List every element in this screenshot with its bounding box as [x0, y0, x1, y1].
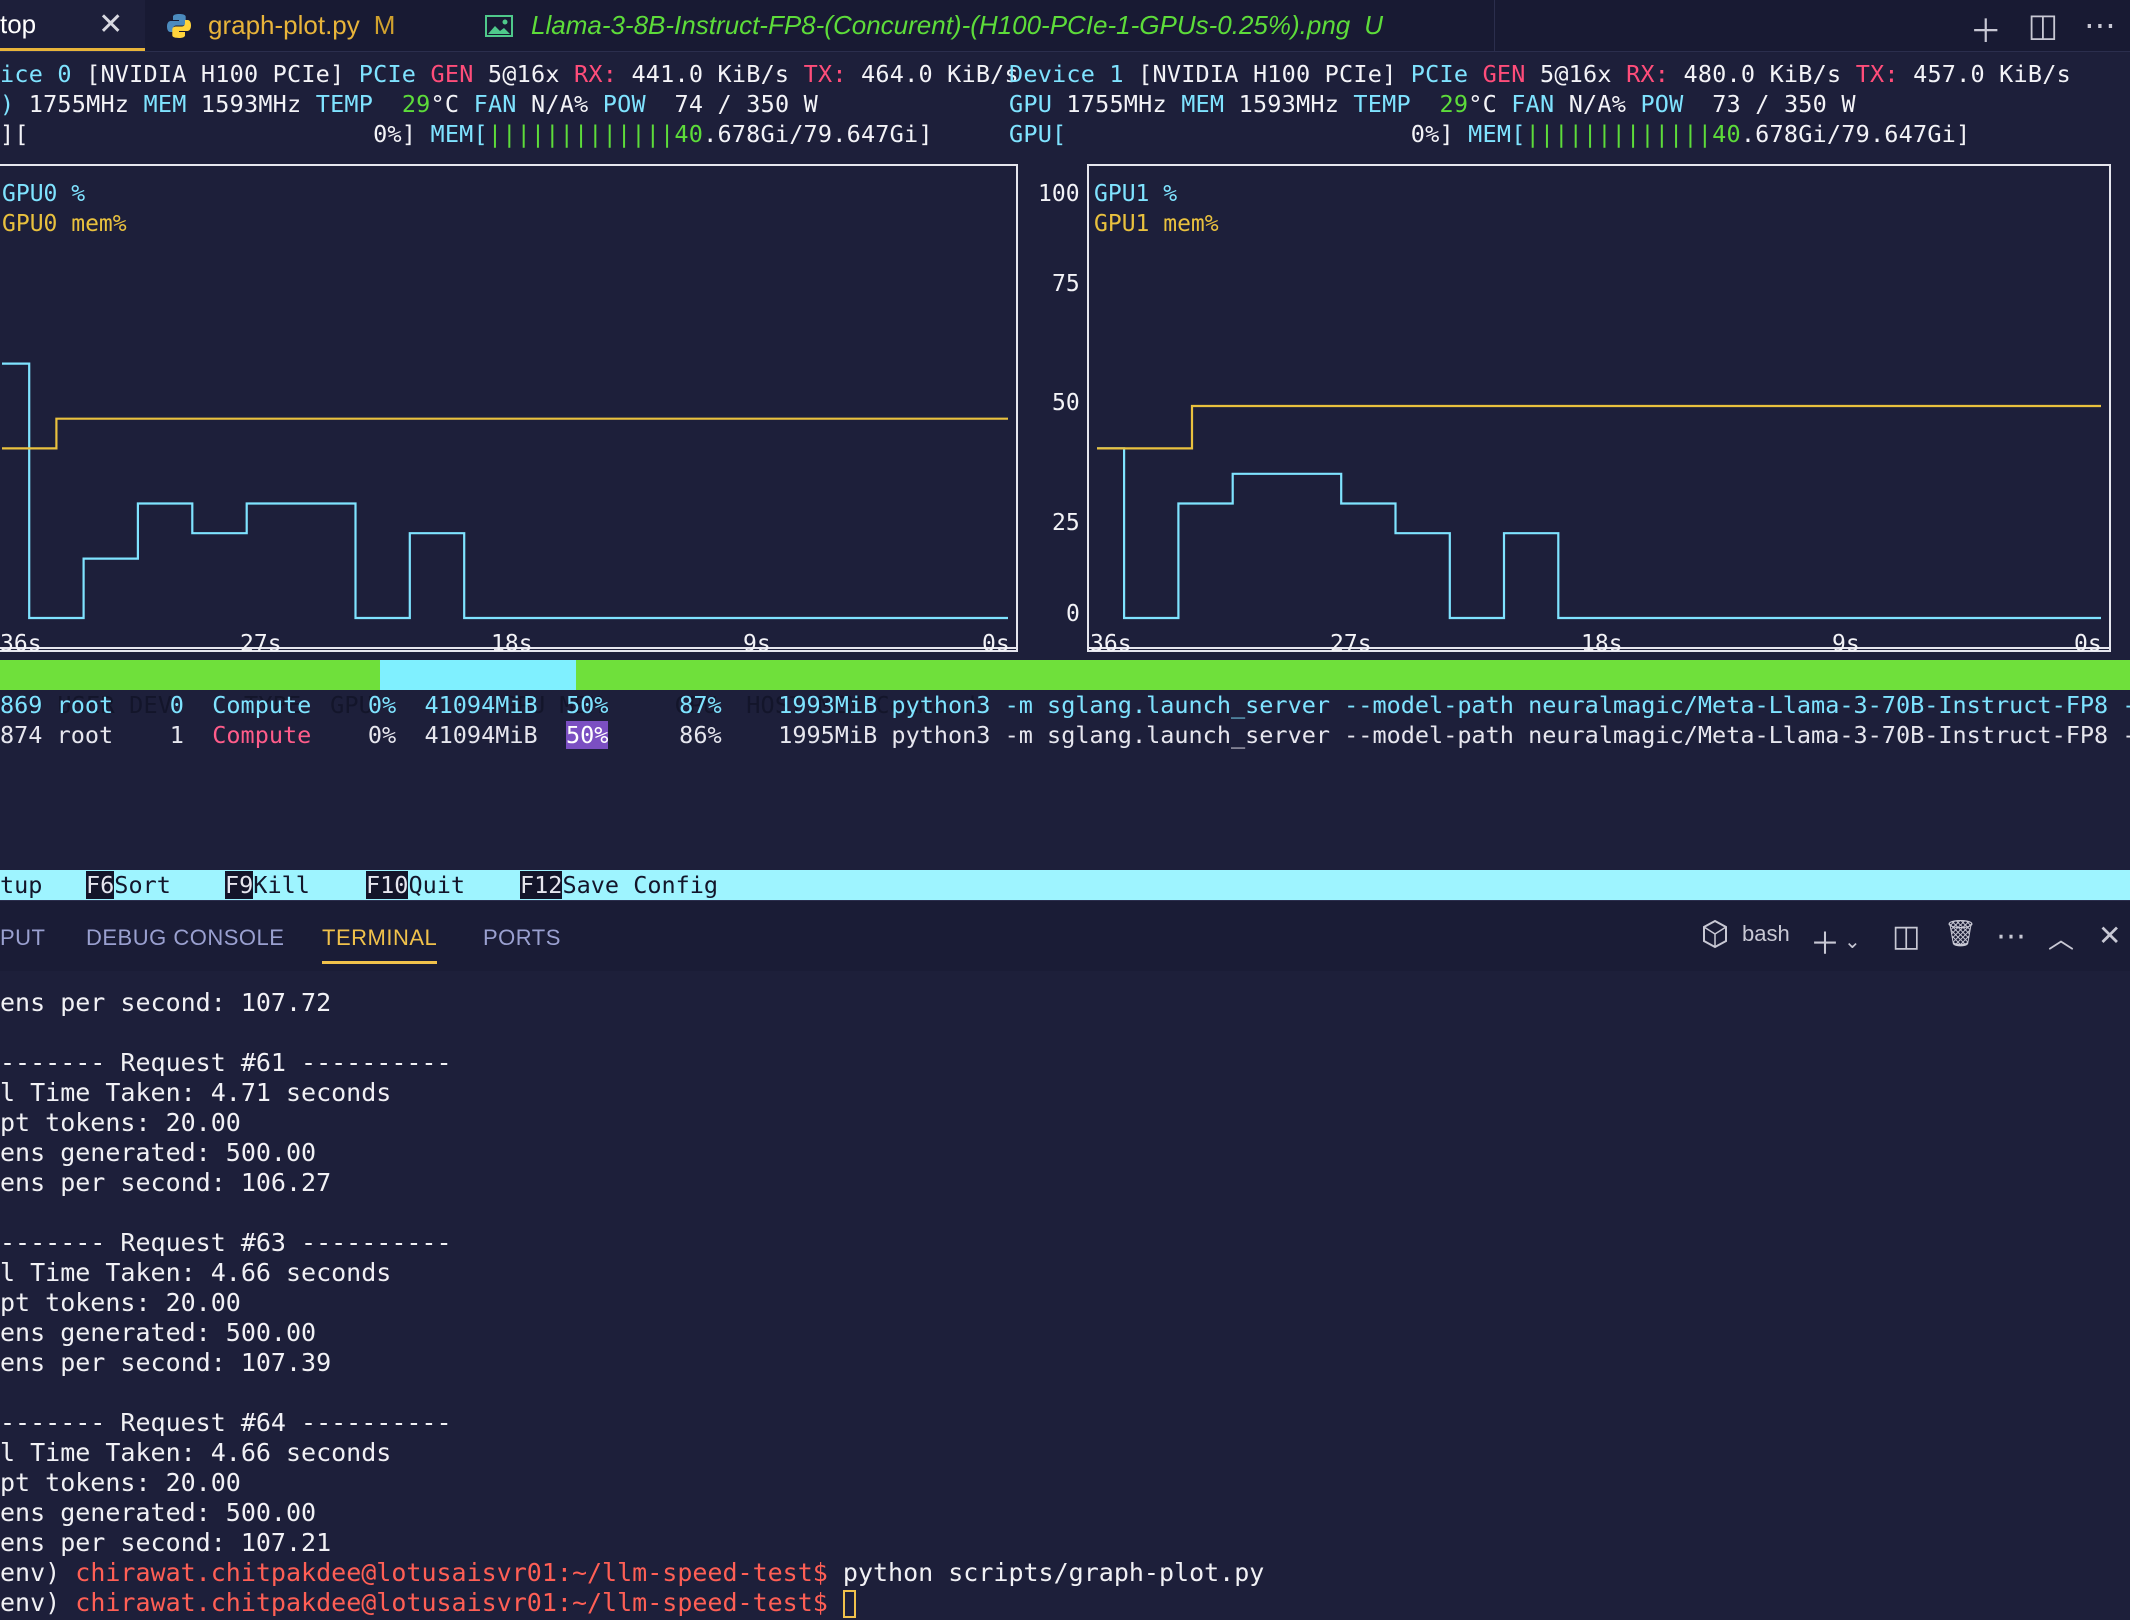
process-table-header: PID USER DEV TYPE GPU GPU MEM CPU HOST M…	[0, 660, 2130, 719]
terminal-line: l Time Taken: 4.71 seconds	[0, 1078, 392, 1107]
modified-badge: M	[373, 10, 396, 40]
tab-png-label: Llama-3-8B-Instruct-FP8-(Concurent)-(H10…	[531, 10, 1351, 40]
gpu1-ytick-50: 50	[1052, 390, 1080, 416]
terminal-line: ens generated: 500.00	[0, 1138, 317, 1167]
gpu1-util-legend: GPU1 %	[1094, 181, 1178, 207]
terminal-line: ens generated: 500.00	[0, 1498, 317, 1527]
fkey-sort[interactable]: F6Sort	[86, 870, 171, 900]
gpu1-ytick-0: 0	[1066, 601, 1080, 627]
gpu0-xtick-27s: 27s	[240, 631, 282, 657]
tab-debug-console[interactable]: DEBUG CONSOLE	[86, 925, 284, 951]
gpu1-ytick-25: 25	[1052, 510, 1080, 536]
new-terminal-icon[interactable]: ＋	[1970, 6, 2002, 52]
table-row[interactable]: 869 root 0 Compute 0% 41094MiB 50% 87% 1…	[0, 690, 2130, 720]
terminal-line: l Time Taken: 4.66 seconds	[0, 1258, 392, 1287]
split-editor-icon[interactable]: ◫	[2028, 6, 2058, 52]
gpu1-xtick-9s: 9s	[1832, 631, 1860, 657]
tab-output[interactable]: PUT	[0, 925, 46, 951]
tab-terminal[interactable]: TERMINAL	[322, 925, 438, 964]
fkey-kill[interactable]: F9Kill	[225, 870, 310, 900]
gpu1-xtick-27s: 27s	[1330, 631, 1372, 657]
device1-line1: Device 1 [NVIDIA H100 PCIe] PCIe GEN 5@1…	[1009, 60, 2071, 88]
series-line-gpu0-	[2, 362, 1008, 620]
series-line-gpu1-mem-	[1097, 404, 2101, 450]
gpu1-ytick-100: 100	[1038, 181, 1080, 207]
more-actions-icon[interactable]: ⋯	[1996, 919, 2026, 954]
terminal-input-line[interactable]: env) chirawat.chitpakdee@lotusaisvr01:~/…	[0, 1588, 856, 1618]
trash-icon[interactable]: 🗑	[1944, 919, 1977, 949]
gpu0-xtick-36s: 36s	[0, 631, 42, 657]
device1-line2: GPU 1755MHz MEM 1593MHz TEMP 29°C FAN N/…	[1009, 90, 1856, 118]
function-key-bar: tup F6Sort F9Kill F10Quit F12Save Config	[0, 870, 2130, 900]
terminal-prompt-line: env) chirawat.chitpakdee@lotusaisvr01:~/…	[0, 1558, 1265, 1587]
tab-top-label: top	[0, 8, 37, 39]
terminal-line: ------- Request #61 ----------	[0, 1048, 452, 1077]
gpu0-xtick-0s: 0s	[982, 631, 1010, 657]
chevron-down-icon[interactable]: ⌄	[1844, 929, 1861, 953]
device1-line3: GPU[ 0%] MEM[|||||||||||||40.678Gi/79.64…	[1009, 120, 1971, 148]
plus-icon: ＋	[1810, 927, 1840, 962]
table-row[interactable]: 874 root 1 Compute 0% 41094MiB 50% 86% 1…	[0, 720, 2130, 750]
terminal-line: pt tokens: 20.00	[0, 1288, 241, 1317]
image-file-icon	[485, 14, 513, 37]
chevron-up-icon[interactable]: ︿	[2048, 919, 2074, 956]
shell-name: bash	[1742, 921, 1790, 946]
terminal-line: ------- Request #64 ----------	[0, 1408, 452, 1437]
new-terminal-button[interactable]: ＋ ⌄	[1810, 919, 1861, 963]
fkey-setup[interactable]: tup	[0, 870, 42, 900]
terminal-shell-selector[interactable]: bash	[1702, 919, 1790, 949]
terminal-line: ens generated: 500.00	[0, 1318, 317, 1347]
device0-line3: ][ 0%] MEM[|||||||||||||40.678Gi/79.647G…	[0, 120, 933, 148]
gpu0-plot-svg	[0, 362, 1018, 649]
terminal-line: ens per second: 107.21	[0, 1528, 332, 1557]
gpu0-mem-legend: GPU0 mem%	[2, 211, 127, 237]
terminal-cursor	[842, 1590, 856, 1618]
gpu1-xtick-36s: 36s	[1090, 631, 1132, 657]
gpu0-util-legend: GPU0 %	[2, 181, 86, 207]
gpu1-mem-legend: GPU1 mem%	[1094, 211, 1219, 237]
tab-png-image[interactable]: Llama-3-8B-Instruct-FP8-(Concurent)-(H10…	[485, 0, 1383, 51]
python-file-icon	[167, 13, 191, 38]
terminal-line: pt tokens: 20.00	[0, 1108, 241, 1137]
tab-graph-plot-label: graph-plot.py	[208, 10, 360, 40]
gpu0-chart	[0, 164, 1018, 652]
terminal-line: ens per second: 107.39	[0, 1348, 332, 1377]
terminal-line: ens per second: 107.72	[0, 988, 332, 1017]
gpu1-xtick-0s: 0s	[2074, 631, 2102, 657]
fkey-save-config[interactable]: F12Save Config	[520, 870, 718, 900]
terminal-line: ens per second: 106.27	[0, 1168, 332, 1197]
split-terminal-icon[interactable]: ◫	[1892, 919, 1920, 954]
gpu1-chart	[1087, 164, 2111, 652]
terminal-line: pt tokens: 20.00	[0, 1468, 241, 1497]
bash-terminal-icon	[1703, 919, 1727, 949]
gpu0-xtick-18s: 18s	[491, 631, 533, 657]
tab-ports[interactable]: PORTS	[483, 925, 561, 951]
close-icon[interactable]: ✕	[98, 7, 123, 42]
untracked-badge: U	[1364, 10, 1384, 40]
series-line-gpu1-	[1097, 447, 2101, 620]
tab-graph-plot[interactable]: graph-plot.py M	[166, 0, 395, 51]
panel-header: PUT DEBUG CONSOLE TERMINAL PORTS bash ＋ …	[0, 900, 2130, 971]
terminal-line: l Time Taken: 4.66 seconds	[0, 1438, 392, 1467]
editor-tab-bar: top ✕ graph-plot.py M Llama-3-8B-Instruc…	[0, 0, 2130, 52]
gpu1-xtick-18s: 18s	[1581, 631, 1623, 657]
close-panel-icon[interactable]: ✕	[2098, 919, 2121, 952]
gpu0-xtick-9s: 9s	[743, 631, 771, 657]
fkey-quit[interactable]: F10Quit	[366, 870, 465, 900]
terminal-line: ------- Request #63 ----------	[0, 1228, 452, 1257]
device0-line1: ice 0 [NVIDIA H100 PCIe] PCIe GEN 5@16x …	[0, 60, 1019, 88]
device0-line2: ) 1755MHz MEM 1593MHz TEMP 29°C FAN N/A%…	[0, 90, 818, 118]
gpu1-ytick-75: 75	[1052, 271, 1080, 297]
more-actions-icon[interactable]: ⋯	[2084, 6, 2116, 52]
series-line-gpu0-mem-	[2, 417, 1008, 450]
tab-top[interactable]: top ✕	[0, 0, 145, 51]
gpu1-plot-svg	[1089, 404, 2111, 649]
